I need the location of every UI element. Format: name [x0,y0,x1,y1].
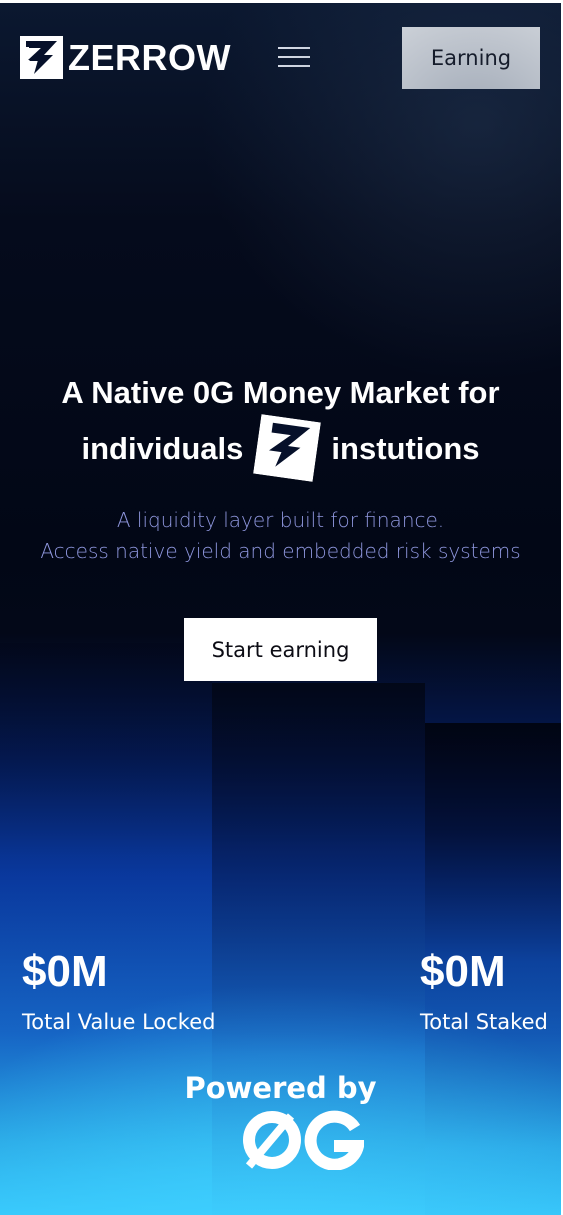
start-earning-button[interactable]: Start earning [184,618,377,681]
total-staked-value: $0M [420,947,506,996]
hero-title-institutions: instutions [331,430,480,466]
hero-title-individuals: individuals [81,430,244,466]
total-staked-label: Total Staked [420,1010,548,1034]
total-value-locked-value: $0M [22,947,108,996]
0g-logo-icon[interactable] [243,1110,364,1170]
brand-name: ZERROW [68,37,231,78]
hero-subtitle-line1: A liquidity layer built for finance. [116,508,445,532]
landing-page: ZERROW Earning A Native 0G Money Market … [0,3,561,1215]
powered-by-label: Powered by [184,1071,377,1105]
zerrow-logo-icon [253,414,322,482]
earning-button[interactable]: Earning [402,27,540,89]
total-value-locked-label: Total Value Locked [22,1010,216,1034]
brand-logo[interactable]: ZERROW [20,36,231,79]
hero-title-line2: individuals instutions [0,414,561,482]
hamburger-menu-icon[interactable] [278,47,310,69]
hero-subtitle-line2: Access native yield and embedded risk sy… [40,539,521,563]
hero-title-line1: A Native 0G Money Market for [61,375,500,410]
zerrow-logo-icon [20,36,63,79]
hero-title: A Native 0G Money Market for individuals… [0,367,561,482]
hero-subtitle: A liquidity layer built for finance. Acc… [0,505,561,567]
